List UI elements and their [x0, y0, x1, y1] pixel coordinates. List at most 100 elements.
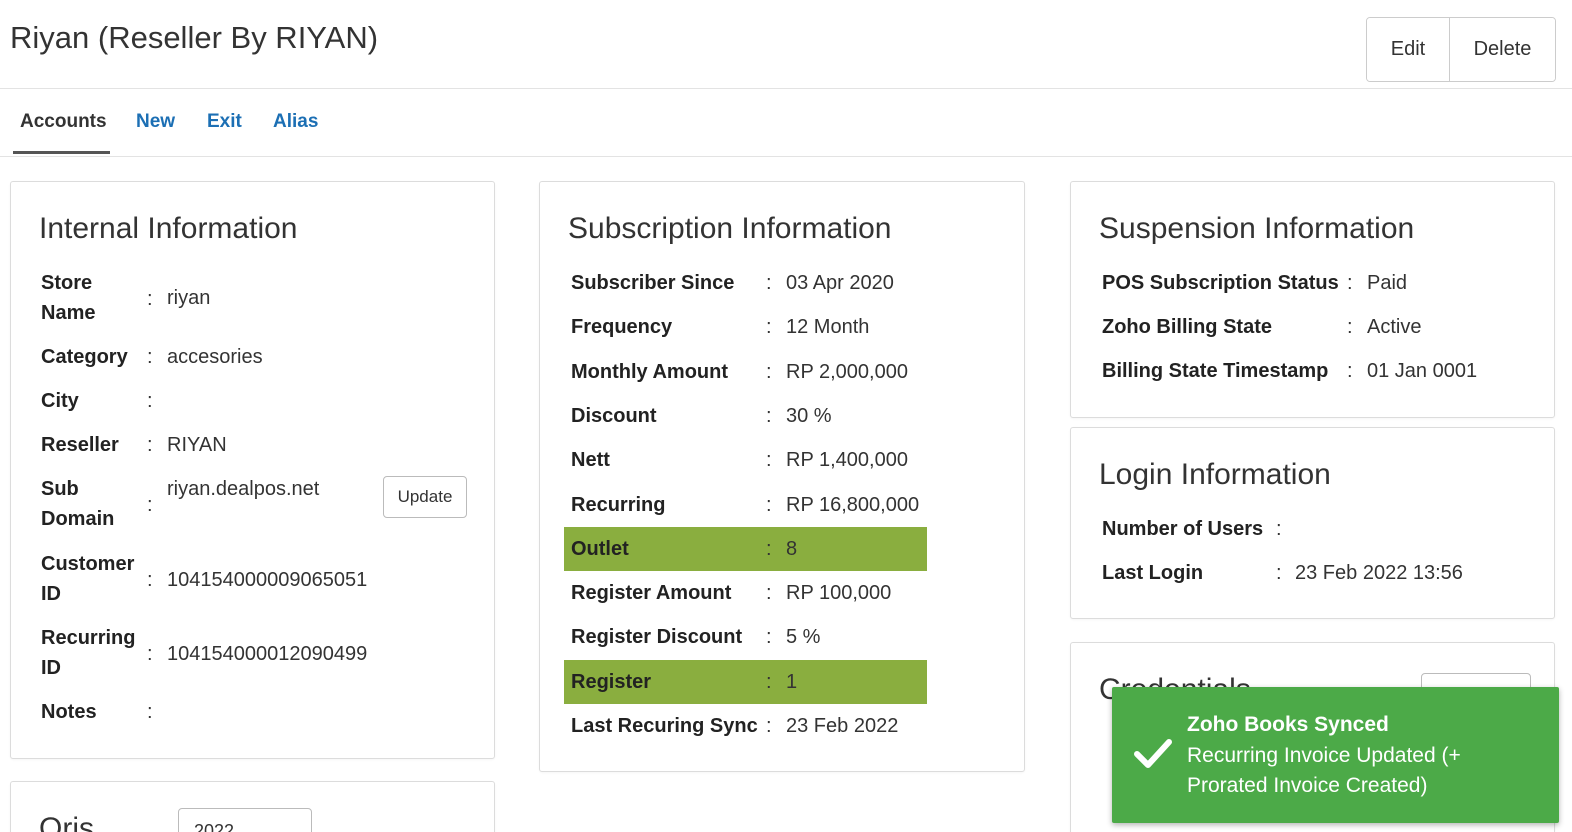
colon: : — [766, 670, 772, 693]
check-icon — [1134, 739, 1172, 768]
outlet-label: Outlet — [571, 537, 629, 560]
number-of-users-label: Number of Users — [1102, 518, 1264, 540]
tab-exit[interactable]: Exit — [207, 111, 242, 133]
monthly-amount-label: Monthly Amount — [571, 360, 729, 383]
customer-id-link[interactable]: 104154000009065051 — [167, 569, 367, 592]
colon: : — [766, 493, 772, 516]
colon: : — [766, 626, 772, 649]
suspension-information-panel: Suspension Information POS Subscription … — [1070, 181, 1555, 418]
colon: : — [766, 272, 772, 294]
register-amount-value: RP 100,000 — [786, 582, 892, 605]
recurring-id-label-line2: ID — [41, 657, 61, 679]
recurring-id-link[interactable]: 104154000012090499 — [167, 643, 367, 666]
customer-id-label-line2: ID — [41, 583, 61, 605]
colon: : — [147, 288, 153, 310]
toast-title: Zoho Books Synced — [1187, 713, 1389, 736]
colon: : — [1276, 562, 1282, 584]
store-name-value: riyan — [167, 287, 211, 309]
nett-value: RP 1,400,000 — [786, 449, 908, 472]
colon: : — [147, 390, 153, 412]
panel-title: Login Information — [1099, 458, 1331, 491]
page-title: Riyan (Reseller By RIYAN) — [10, 20, 379, 55]
colon: : — [147, 569, 153, 591]
city-label: City — [41, 390, 79, 412]
panel-title: Subscription Information — [568, 212, 892, 245]
colon: : — [1276, 518, 1282, 540]
reseller-label: Reseller — [41, 434, 119, 456]
subscriber-since-value: 03 Apr 2020 — [786, 272, 894, 294]
discount-label: Discount — [571, 404, 657, 427]
colon: : — [766, 449, 772, 472]
toast-message: Recurring Invoice Updated (+ Prorated In… — [1187, 744, 1461, 797]
pos-subscription-status-value: Paid — [1367, 272, 1408, 294]
panel-title: Internal Information — [39, 212, 298, 245]
store-name-label-line2: Name — [41, 302, 96, 324]
delete-button[interactable]: Delete — [1449, 18, 1555, 81]
tab-accounts[interactable]: Accounts — [20, 111, 107, 133]
register-value: 1 — [786, 670, 798, 693]
colon: : — [147, 346, 153, 368]
colon: : — [147, 701, 153, 723]
colon: : — [766, 360, 772, 383]
register-label: Register — [571, 670, 652, 693]
billing-state-timestamp-value: 01 Jan 0001 — [1367, 360, 1478, 382]
colon: : — [766, 316, 772, 339]
colon: : — [147, 494, 153, 516]
last-login-value: 23 Feb 2022 13:56 — [1295, 562, 1463, 584]
colon: : — [1347, 316, 1353, 338]
edit-button[interactable]: Edit — [1367, 18, 1449, 81]
billing-state-timestamp-label: Billing State Timestamp — [1102, 360, 1329, 382]
tab-new[interactable]: New — [136, 111, 175, 133]
customer-id-label-line1: Customer — [41, 553, 135, 575]
zoho-billing-state-value: Active — [1367, 316, 1422, 338]
colon: : — [766, 404, 772, 427]
recurring-value: RP 16,800,000 — [786, 493, 920, 516]
outlet-value: 8 — [786, 537, 798, 560]
oris-panel: Oris 2022 — [10, 781, 495, 832]
sub-domain-label-line2: Domain — [41, 508, 115, 530]
pos-subscription-status-label: POS Subscription Status — [1102, 272, 1339, 294]
tab-alias[interactable]: Alias — [273, 111, 318, 133]
recurring-id-label-line1: Recurring — [41, 627, 136, 649]
colon: : — [147, 643, 153, 665]
register-amount-label: Register Amount — [571, 582, 732, 605]
colon: : — [766, 715, 772, 737]
success-toast[interactable]: Zoho Books Synced Recurring Invoice Upda… — [1112, 687, 1559, 823]
frequency-value: 12 Month — [786, 316, 870, 339]
subscriber-since-label: Subscriber Since — [571, 272, 735, 294]
register-discount-value: 5 % — [786, 626, 821, 649]
active-tab-indicator — [13, 151, 110, 154]
discount-value: 30 % — [786, 404, 832, 427]
frequency-label: Frequency — [571, 316, 673, 339]
internal-information-panel: Internal Information Store Name : riyan … — [10, 181, 495, 759]
last-recuring-sync-label: Last Recuring Sync — [571, 715, 758, 737]
recurring-label: Recurring — [571, 493, 666, 516]
last-recuring-sync-value: 23 Feb 2022 — [786, 715, 899, 737]
category-label: Category — [41, 346, 128, 368]
subscription-information-panel: Subscription Information Subscriber Sinc… — [539, 181, 1025, 772]
last-login-label: Last Login — [1102, 562, 1204, 584]
zoho-billing-state-label: Zoho Billing State — [1102, 316, 1272, 338]
panel-title: Suspension Information — [1099, 212, 1415, 245]
colon: : — [147, 434, 153, 456]
sub-domain-link[interactable]: riyan.dealpos.net — [167, 478, 319, 501]
category-value: accesories — [167, 346, 263, 368]
store-name-label-line1: Store — [41, 272, 93, 294]
colon: : — [1347, 272, 1353, 294]
nett-label: Nett — [571, 449, 610, 472]
year-select[interactable]: 2022 — [178, 808, 312, 832]
page-header: Riyan (Reseller By RIYAN) Edit Delete — [0, 0, 1572, 89]
colon: : — [766, 537, 772, 560]
sub-domain-label-line1: Sub — [41, 478, 79, 500]
register-discount-label: Register Discount — [571, 626, 743, 649]
notes-label: Notes — [41, 701, 97, 723]
action-button-group: Edit Delete — [1366, 17, 1556, 82]
panel-title: Oris — [39, 812, 94, 832]
tab-bar: Accounts New Exit Alias — [0, 89, 1572, 157]
update-button[interactable]: Update — [383, 476, 467, 518]
login-information-panel: Login Information Number of Users: Last L… — [1070, 427, 1555, 619]
colon: : — [766, 582, 772, 605]
reseller-value: RIYAN — [167, 434, 227, 456]
colon: : — [1347, 360, 1353, 382]
monthly-amount-value: RP 2,000,000 — [786, 360, 908, 383]
